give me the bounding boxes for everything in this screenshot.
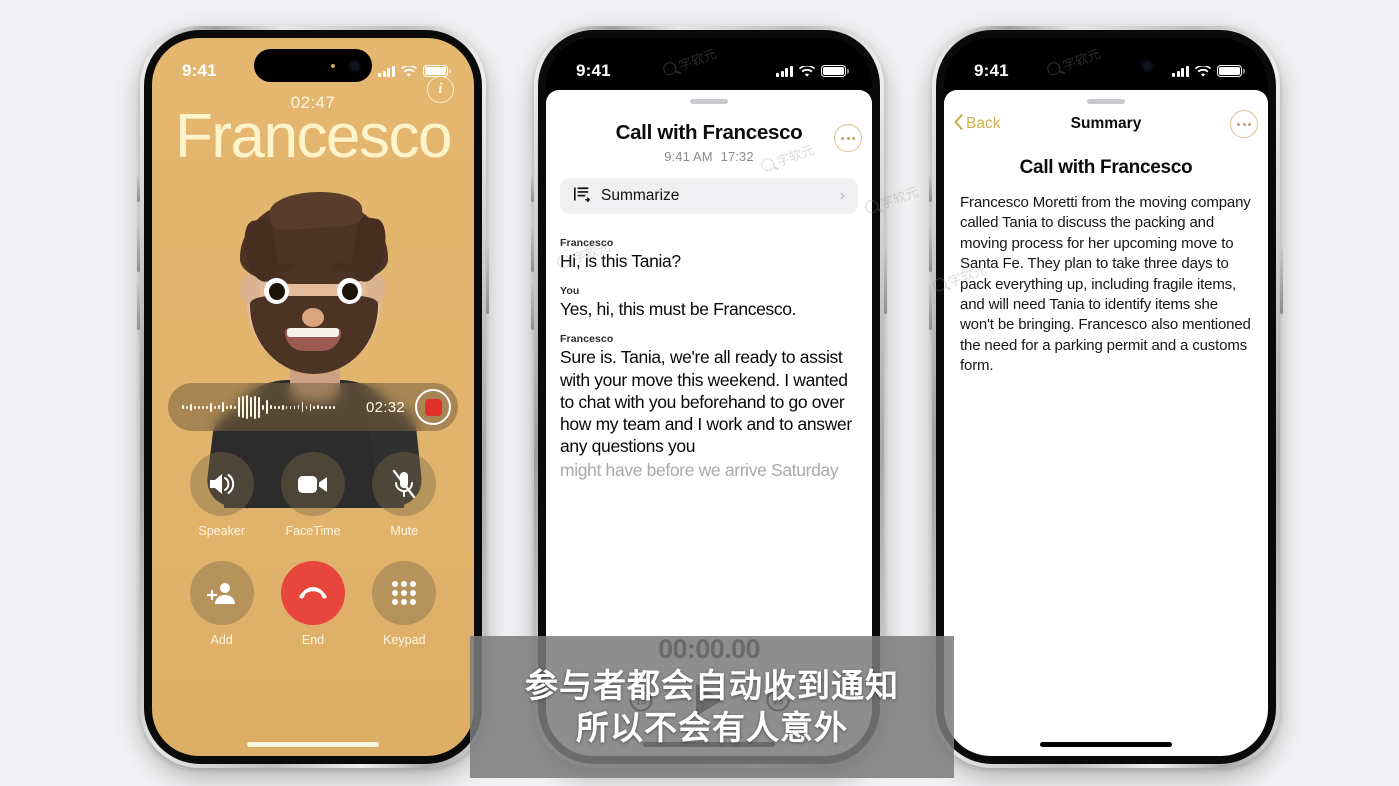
nav-bar: Back Summary (944, 107, 1268, 141)
status-time: 9:41 (182, 61, 217, 80)
mute-button[interactable]: Mute (359, 452, 450, 538)
keypad-icon (372, 561, 437, 625)
transcript-speaker: You (560, 285, 580, 298)
facetime-button[interactable]: FaceTime (267, 452, 358, 538)
cellular-signal-icon (776, 65, 793, 77)
call-controls-grid: Speaker FaceTime Mute Add End Keypad (152, 452, 474, 647)
summarize-icon (573, 186, 590, 207)
transcript-entry: You Yes, hi, this must be Francesco. (560, 285, 858, 320)
keypad-button[interactable]: Keypad (359, 561, 450, 647)
power-button[interactable] (486, 248, 489, 314)
caller-name: Francesco (175, 102, 452, 171)
transcript-entry: Francesco Sure is. Tania, we're all read… (560, 333, 858, 480)
status-bar: 9:41 (152, 38, 474, 92)
cellular-signal-icon (1172, 65, 1189, 77)
home-indicator[interactable] (1040, 742, 1172, 747)
microphone-muted-icon (372, 452, 437, 516)
status-indicators (1172, 64, 1242, 78)
facetime-label: FaceTime (285, 524, 341, 538)
mute-switch[interactable] (929, 176, 932, 202)
sheet-grabber[interactable] (1087, 99, 1125, 104)
mute-switch[interactable] (137, 176, 140, 202)
transcript-text-faded: might have before we arrive Saturday (560, 459, 839, 480)
phone-screen: 9:41 i 02:47 Francesco 02:32 Speaker Fac… (152, 38, 474, 756)
status-time: 9:41 (576, 61, 611, 80)
volume-up-button[interactable] (929, 226, 932, 272)
subtitle-line-2: 所以不会有人意外 (576, 709, 848, 746)
nav-title: Summary (1070, 115, 1142, 132)
status-bar: 9:41 (546, 38, 872, 92)
wifi-icon (401, 64, 417, 77)
speaker-icon (189, 452, 254, 516)
battery-icon (423, 64, 448, 78)
home-indicator[interactable] (247, 742, 379, 747)
status-indicators (776, 64, 846, 78)
subtitle-line-1: 参与者都会自动收到通知 (525, 667, 899, 705)
keypad-label: Keypad (383, 633, 426, 647)
call-duration: 17:32 (720, 149, 754, 164)
recording-elapsed: 02:32 (365, 398, 405, 416)
cellular-signal-icon (378, 65, 395, 77)
battery-icon (1217, 64, 1242, 78)
audio-waveform (182, 394, 360, 420)
summarize-label: Summarize (601, 187, 680, 204)
wifi-icon (799, 64, 815, 77)
stop-recording-button[interactable] (415, 389, 451, 425)
phone-call-screen: 9:41 i 02:47 Francesco 02:32 Speaker Fac… (137, 26, 489, 768)
sheet-subtitle: 9:41 AM 17:32 (566, 149, 852, 164)
power-button[interactable] (1280, 248, 1283, 314)
add-call-button[interactable]: Add (176, 561, 267, 647)
video-camera-icon (280, 452, 345, 516)
status-time: 9:41 (974, 61, 1009, 80)
add-label: Add (210, 633, 233, 647)
power-button[interactable] (884, 248, 887, 314)
volume-down-button[interactable] (531, 284, 534, 330)
volume-down-button[interactable] (137, 284, 140, 330)
add-person-icon (189, 561, 254, 625)
recording-indicator-pill[interactable]: 02:32 (168, 383, 458, 431)
summary-body: Francesco Moretti from the moving compan… (960, 194, 1251, 375)
screenshot-stage: 9:41 i 02:47 Francesco 02:32 Speaker Fac… (0, 0, 1399, 786)
summarize-row[interactable]: Summarize › (560, 178, 858, 214)
phone-summary-screen: 9:41 Back Summary Call with Francesco Fr… (929, 26, 1283, 768)
speaker-label: Speaker (198, 524, 245, 538)
end-call-button[interactable]: End (267, 561, 358, 647)
speaker-button[interactable]: Speaker (176, 452, 267, 538)
mute-switch[interactable] (531, 176, 534, 202)
transcript-text: Yes, hi, this must be Francesco. (560, 299, 797, 320)
end-call-icon (280, 561, 345, 625)
transcript-speaker: Francesco (560, 237, 614, 249)
phone-screen: 9:41 Back Summary Call with Francesco Fr… (944, 38, 1268, 756)
summary-sheet: Back Summary Call with Francesco Frances… (944, 90, 1268, 756)
call-time: 9:41 AM (664, 149, 713, 164)
chevron-right-icon: › (839, 187, 845, 204)
subtitle-overlay: 参与者都会自动收到通知 所以不会有人意外 (470, 636, 954, 778)
end-label: End (301, 633, 325, 647)
sheet-header: Call with Francesco 9:41 AM 17:32 (546, 90, 872, 164)
transcript-entry: Francesco Hi, is this Tania? (560, 237, 858, 272)
transcript-list: Francesco Hi, is this Tania? You Yes, hi… (546, 214, 872, 481)
volume-up-button[interactable] (137, 226, 140, 272)
more-options-button[interactable] (834, 124, 862, 152)
volume-down-button[interactable] (929, 284, 932, 330)
wifi-icon (1195, 64, 1211, 77)
status-indicators (378, 64, 448, 78)
summary-heading: Call with Francesco (1019, 157, 1193, 178)
status-bar: 9:41 (944, 38, 1268, 92)
more-options-button[interactable] (1230, 110, 1258, 138)
mute-label: Mute (390, 524, 419, 538)
transcript-text: Hi, is this Tania? (560, 251, 681, 271)
transcript-text: Sure is. Tania, we're all ready to assis… (560, 347, 852, 457)
transcript-speaker: Francesco (560, 333, 614, 346)
battery-icon (821, 64, 846, 78)
sheet-title: Call with Francesco (615, 121, 803, 144)
volume-up-button[interactable] (531, 226, 534, 272)
